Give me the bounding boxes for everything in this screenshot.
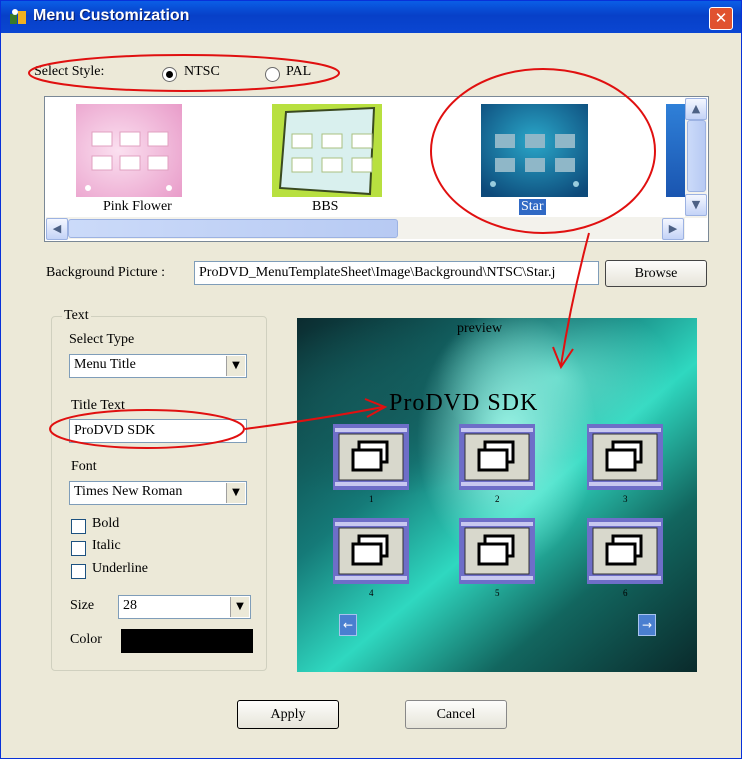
- annotation-ellipse: [28, 54, 340, 92]
- annotation-arrow: [244, 406, 384, 430]
- annotation-arrow: [560, 232, 590, 366]
- annotation-ellipse: [49, 409, 245, 449]
- annotation-ellipse: [430, 68, 656, 234]
- annotation-overlay: [28, 54, 656, 449]
- menu-customization-dialog: Menu Customization ✕ Select Style: NTSC …: [0, 0, 742, 759]
